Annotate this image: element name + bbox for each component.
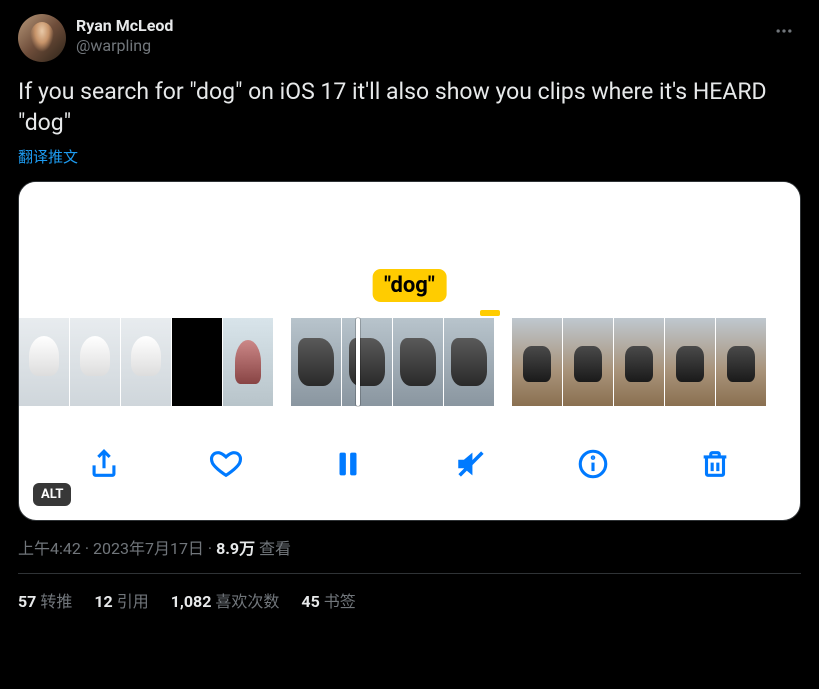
clip-thumbnail [70,318,120,406]
clip-thumbnail [512,318,562,406]
trash-icon [698,447,732,481]
retweets-stat[interactable]: 57转推 [18,588,72,612]
clip-group-1 [19,318,273,406]
share-button[interactable] [82,442,126,486]
media-card[interactable]: "dog" [18,181,801,521]
alt-badge[interactable]: ALT [33,483,71,506]
clip-thumbnail [291,318,341,406]
heart-icon [209,447,243,481]
clip-thumbnail [19,318,69,406]
info-button[interactable] [571,442,615,486]
pause-icon [331,447,365,481]
tweet-text: If you search for "dog" on iOS 17 it'll … [18,76,801,138]
tweet-time[interactable]: 上午4:42 [18,539,81,558]
more-icon [774,21,794,41]
share-icon [87,447,121,481]
clip-thumbnail [614,318,664,406]
media-top-whitespace: "dog" [19,182,800,318]
tweet-meta: 上午4:42 · 2023年7月17日 · 8.9万 查看 [18,535,801,559]
clip-thumbnail [342,318,392,406]
clip-thumbnail [172,318,222,406]
display-name: Ryan McLeod [76,16,173,36]
bookmarks-stat[interactable]: 45书签 [301,588,355,612]
clip-thumbnail [393,318,443,406]
clip-thumbnail [444,318,494,406]
avatar[interactable] [18,14,66,62]
delete-button[interactable] [693,442,737,486]
clip-thumbnail [716,318,766,406]
search-term-marker [480,310,500,316]
pause-button[interactable] [326,442,370,486]
views-count: 8.9万 [216,539,255,558]
clip-group-3 [512,318,766,406]
mute-button[interactable] [449,442,493,486]
tweet-stats: 57转推 12引用 1,082喜欢次数 45书签 [18,574,801,612]
playhead[interactable] [356,318,360,406]
clip-thumbnail [665,318,715,406]
search-term-badge: "dog" [372,269,447,302]
tweet-date[interactable]: 2023年7月17日 [93,539,204,558]
author-names[interactable]: Ryan McLeod @warpling [76,16,173,56]
more-button[interactable] [767,14,801,48]
like-button[interactable] [204,442,248,486]
tweet-header: Ryan McLeod @warpling [18,14,801,62]
clip-thumbnail [223,318,273,406]
clip-thumbnail [121,318,171,406]
video-timeline[interactable] [19,318,800,406]
info-icon [576,447,610,481]
views-label: 查看 [259,539,291,558]
tweet-container: Ryan McLeod @warpling If you search for … [0,0,819,622]
likes-stat[interactable]: 1,082喜欢次数 [171,588,280,612]
quotes-stat[interactable]: 12引用 [94,588,148,612]
handle: @warpling [76,36,173,56]
translate-link[interactable]: 翻译推文 [18,146,78,167]
clip-group-2 [291,318,494,406]
media-toolbar [19,406,800,521]
mute-icon [454,447,488,481]
clip-thumbnail [563,318,613,406]
